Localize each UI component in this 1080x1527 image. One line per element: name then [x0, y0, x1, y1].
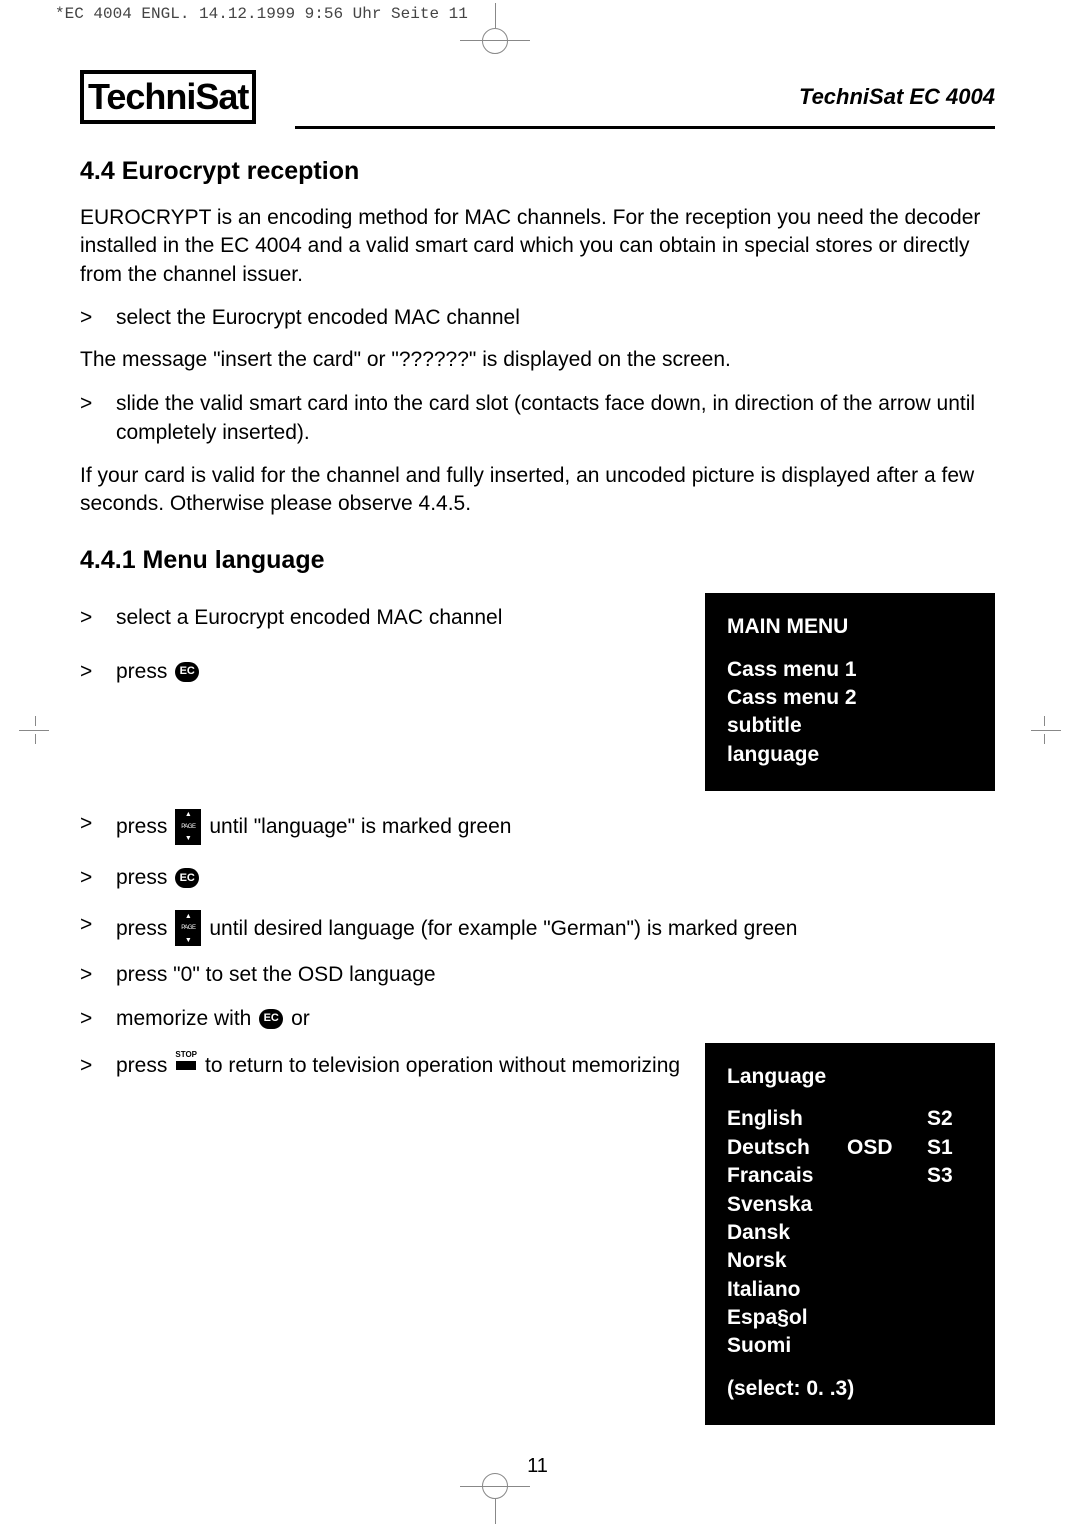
step-text: slide the valid smart card into the card…: [116, 389, 995, 448]
print-header: *EC 4004 ENGL. 14.12.1999 9:56 Uhr Seite…: [55, 5, 468, 23]
osd-footer: (select: 0. .3): [727, 1375, 973, 1403]
osd-lang-row: EnglishS2: [727, 1105, 973, 1133]
page-icon: ▲ PAGE ▼: [175, 910, 201, 946]
step-text: memorize with EC or: [116, 1004, 310, 1033]
bullet: >: [80, 863, 116, 892]
osd-item: Cass menu 1: [727, 656, 973, 684]
crop-mark-right: [1025, 710, 1080, 750]
crop-mark-bottom: [460, 1474, 530, 1524]
page-header: TechniSat TechniSat EC 4004: [80, 70, 995, 124]
step-text: press STOP to return to television opera…: [116, 1051, 680, 1080]
step-text: press EC: [116, 657, 201, 686]
message-paragraph: The message "insert the card" or "??????…: [80, 346, 995, 374]
stop-icon: STOP: [175, 1051, 197, 1070]
header-underline: [295, 126, 995, 129]
bullet: >: [80, 1004, 116, 1033]
bullet: >: [80, 960, 116, 989]
step: > press "0" to set the OSD language: [80, 960, 995, 989]
page-content: TechniSat TechniSat EC 4004 4.4 Eurocryp…: [80, 70, 995, 1447]
step: > press ▲ PAGE ▼ until desired language …: [80, 910, 995, 946]
osd-main-menu: MAIN MENU Cass menu 1 Cass menu 2 subtit…: [705, 593, 995, 791]
osd-item: language: [727, 741, 973, 769]
crop-mark-left: [0, 710, 55, 750]
bullet: >: [80, 809, 116, 838]
osd-lang-row: FrancaisS3: [727, 1162, 973, 1190]
osd-item: subtitle: [727, 712, 973, 740]
intro-paragraph: EUROCRYPT is an encoding method for MAC …: [80, 204, 995, 289]
step: > press EC: [80, 863, 995, 892]
step-text: press ▲ PAGE ▼ until "language" is marke…: [116, 809, 511, 845]
section-title-eurocrypt: 4.4 Eurocrypt reception: [80, 157, 995, 186]
osd-item: Cass menu 2: [727, 684, 973, 712]
osd-lang-row: Dansk: [727, 1219, 973, 1247]
bullet: >: [80, 910, 116, 939]
step: > press EC: [80, 657, 681, 686]
osd-lang-row: DeutschOSDS1: [727, 1134, 973, 1162]
step: > press ▲ PAGE ▼ until "language" is mar…: [80, 809, 995, 845]
osd-lang-row: Svenska: [727, 1191, 973, 1219]
bullet: >: [80, 389, 116, 418]
brand-logo: TechniSat: [80, 70, 256, 124]
bullet: >: [80, 303, 116, 332]
ec-icon: EC: [175, 868, 199, 888]
crop-mark-top: [460, 3, 530, 53]
ec-icon: EC: [259, 1009, 283, 1029]
bullet: >: [80, 657, 116, 686]
step: > select a Eurocrypt encoded MAC channel: [80, 603, 681, 632]
step-text: press "0" to set the OSD language: [116, 960, 436, 989]
osd-lang-row: Italiano: [727, 1276, 973, 1304]
step-text: press ▲ PAGE ▼ until desired language (f…: [116, 910, 797, 946]
bullet: >: [80, 1051, 116, 1080]
osd-title: MAIN MENU: [727, 613, 973, 641]
closing-paragraph: If your card is valid for the channel an…: [80, 462, 995, 519]
osd-lang-row: Espa§ol: [727, 1304, 973, 1332]
step-text: select the Eurocrypt encoded MAC channel: [116, 303, 520, 332]
step: > memorize with EC or: [80, 1004, 995, 1033]
product-name: TechniSat EC 4004: [799, 84, 995, 110]
step: > slide the valid smart card into the ca…: [80, 389, 995, 448]
bullet: >: [80, 603, 116, 632]
osd-lang-row: Norsk: [727, 1247, 973, 1275]
step-text: select a Eurocrypt encoded MAC channel: [116, 603, 502, 632]
page-icon: ▲ PAGE ▼: [175, 809, 201, 845]
osd-language-menu: Language EnglishS2 DeutschOSDS1 Francais…: [705, 1043, 995, 1425]
osd-title: Language: [727, 1063, 973, 1091]
step: > press STOP to return to television ope…: [80, 1051, 681, 1080]
ec-icon: EC: [175, 662, 199, 682]
section-title-menu-language: 4.4.1 Menu language: [80, 546, 995, 575]
step-text: press EC: [116, 863, 201, 892]
osd-lang-row: Suomi: [727, 1332, 973, 1360]
step: > select the Eurocrypt encoded MAC chann…: [80, 303, 995, 332]
page-number: 11: [80, 1455, 995, 1478]
